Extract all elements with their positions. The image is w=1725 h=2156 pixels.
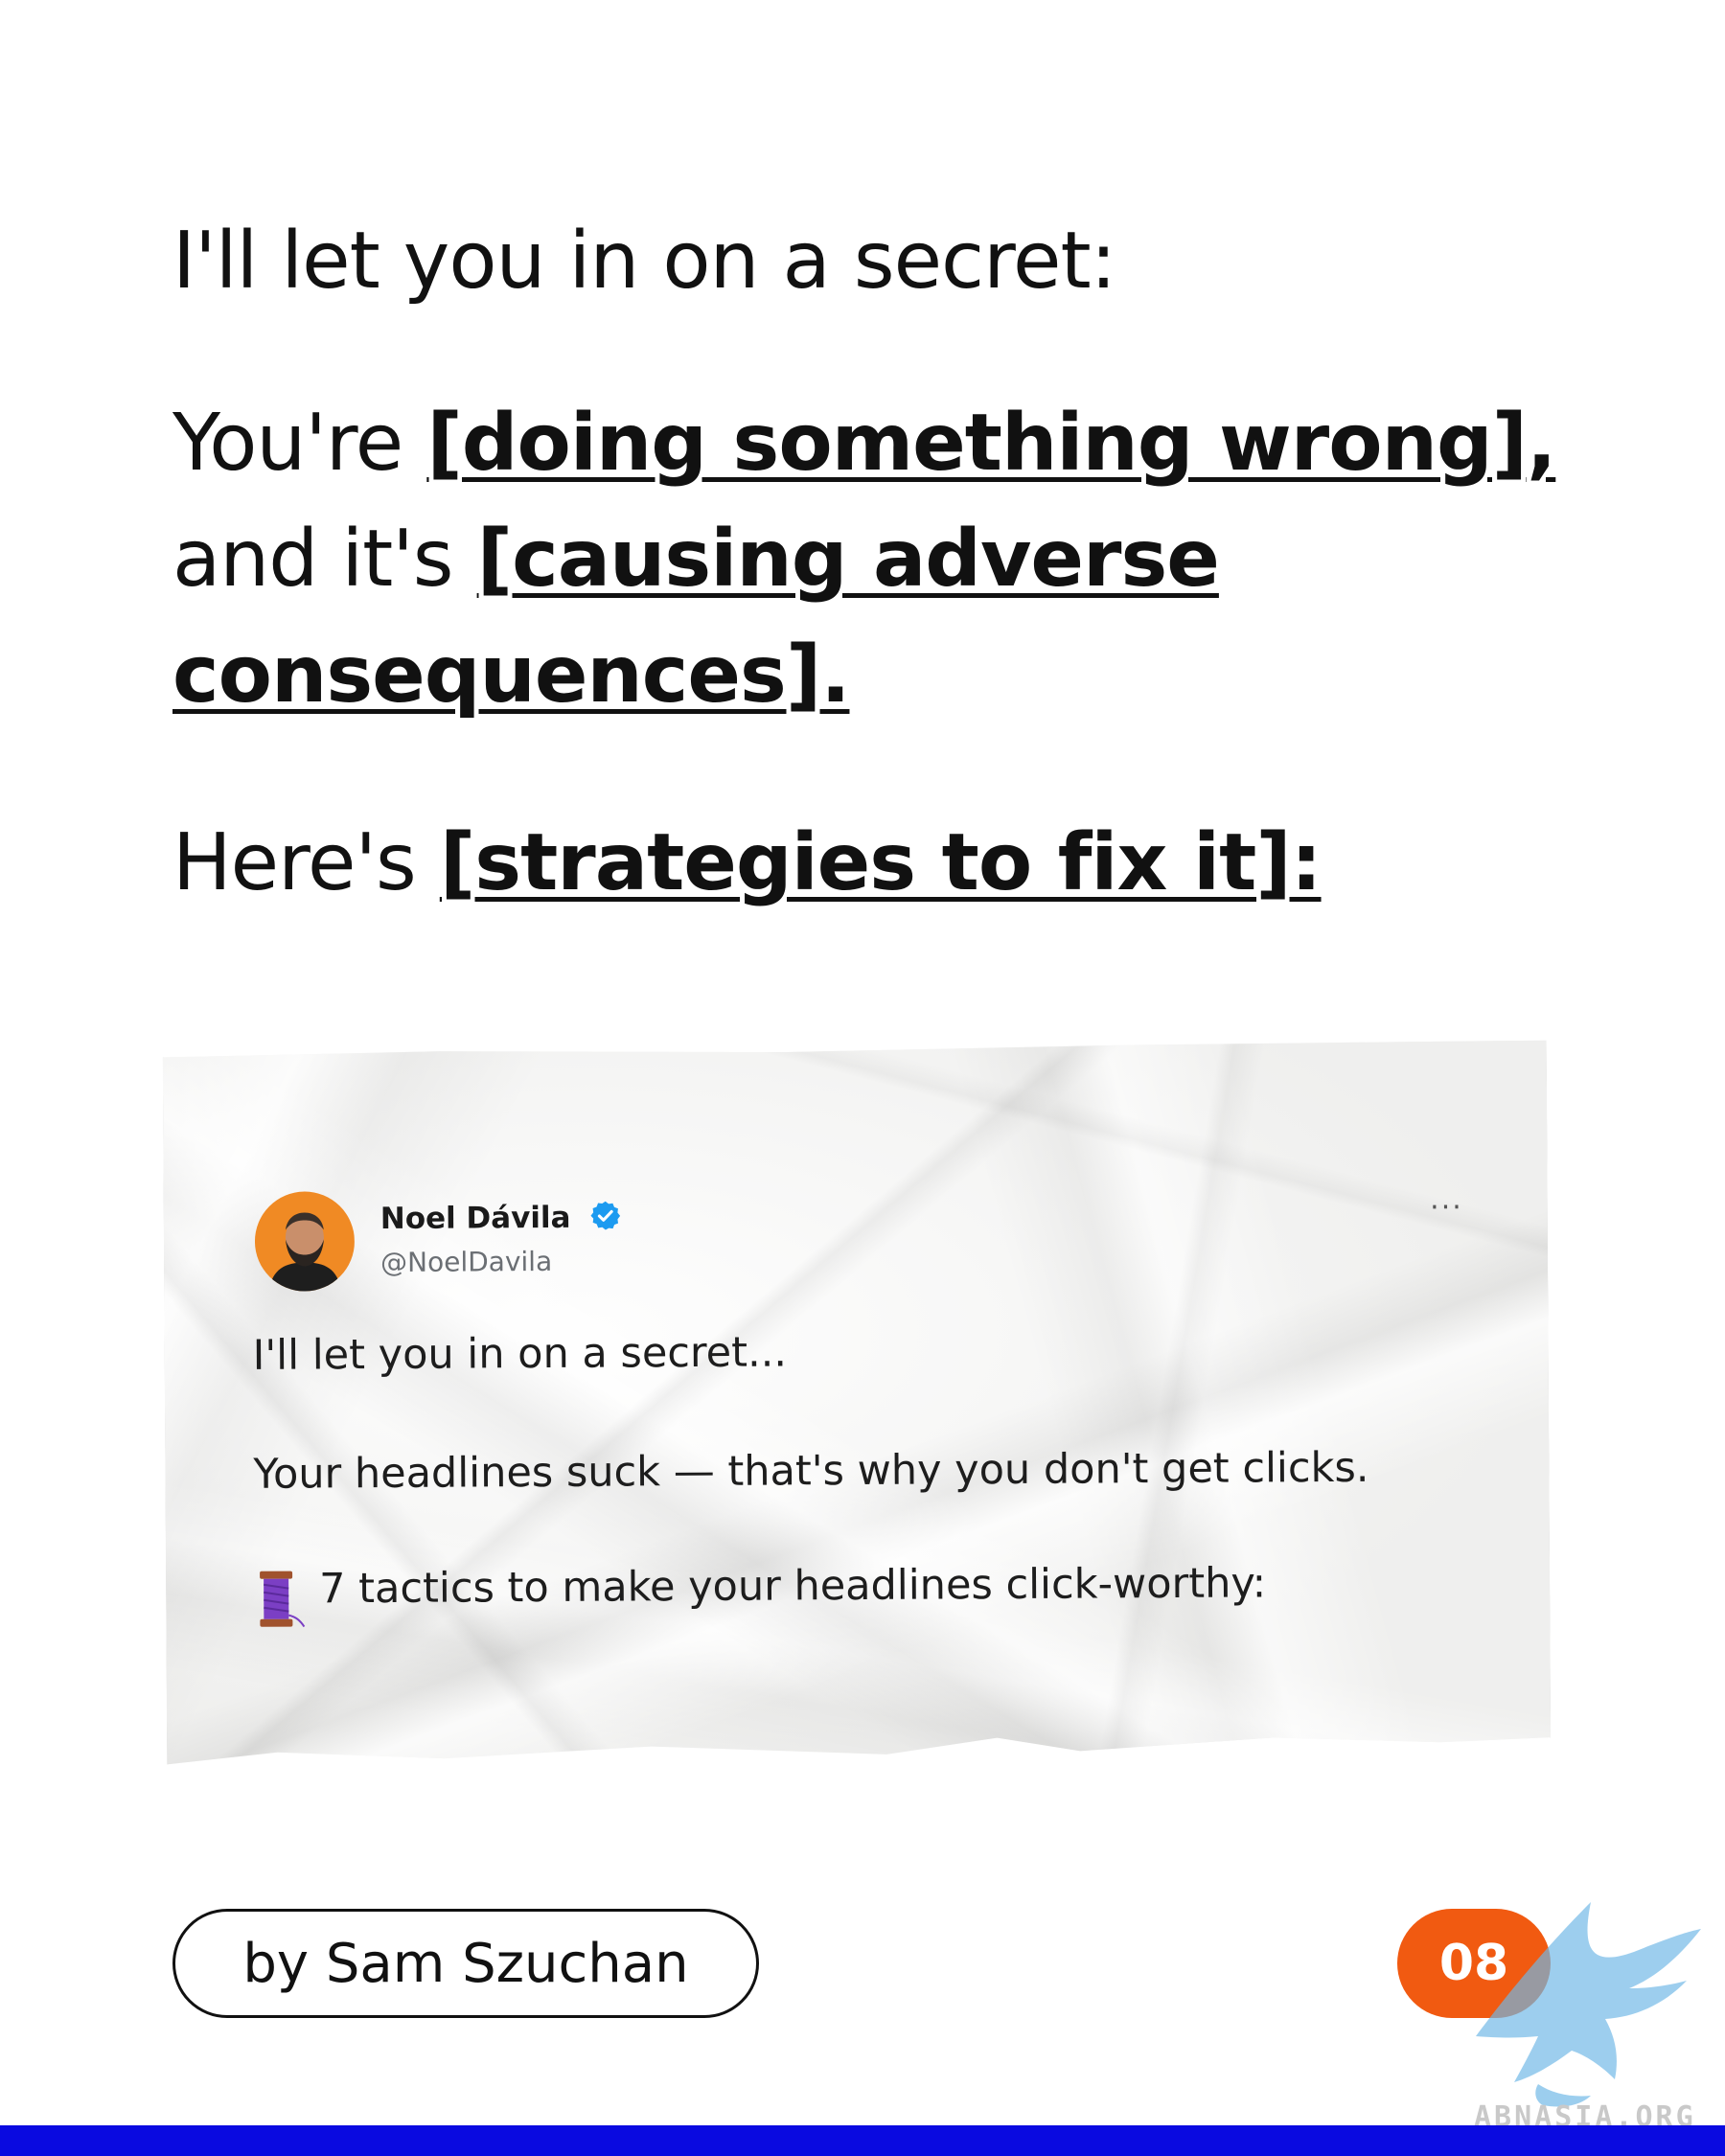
author-credit-text: by Sam Szuchan (242, 1932, 689, 1995)
headline-emphasis-4: consequences]. (172, 630, 850, 721)
headline-plain-3: and it's (172, 514, 477, 605)
author-credit-pill: by Sam Szuchan (172, 1909, 759, 2018)
headline-line-1: I'll let you in on a secret: (172, 222, 1116, 301)
headline-plain-5: Here's (172, 817, 440, 908)
thread-spool-icon (254, 1570, 306, 1629)
bottom-accent-bar (0, 2125, 1725, 2156)
headline-line-5: Here's [strategies to fix it]: (172, 824, 1322, 903)
headline-line-2: You're [doing something wrong], (172, 404, 1556, 483)
avatar[interactable] (255, 1191, 356, 1292)
headline-emphasis-5: [strategies to fix it]: (439, 817, 1322, 908)
tweet-author-name-text: Noel Dávila (380, 1200, 571, 1237)
headline-line-4: consequences]. (172, 636, 850, 715)
headline-plain-2: You're (172, 398, 427, 489)
tweet-text-line-3: 7 tactics to make your headlines click-w… (319, 1559, 1267, 1614)
griffin-logo-icon (1447, 1892, 1706, 2118)
tweet-author-name[interactable]: Noel Dávila (380, 1199, 622, 1241)
tweet-author-handle[interactable]: @NoelDavila (380, 1246, 552, 1278)
tweet-card: Noel Dávila @NoelDavila ... I'll let you… (163, 1041, 1552, 1768)
avatar-portrait-icon (255, 1191, 356, 1292)
headline-intro: I'll let you in on a secret: (172, 216, 1116, 307)
headline-emphasis-3: [causing adverse (476, 514, 1220, 605)
tweet-text-line-1: I'll let you in on a secret... (252, 1328, 788, 1380)
verified-badge-icon (588, 1199, 621, 1239)
headline-emphasis-2: [doing something wrong], (426, 398, 1556, 489)
more-options-icon[interactable]: ... (1430, 1182, 1463, 1216)
headline-line-3: and it's [causing adverse (172, 520, 1220, 599)
tweet-text-line-2: Your headlines suck — that's why you don… (253, 1443, 1369, 1499)
